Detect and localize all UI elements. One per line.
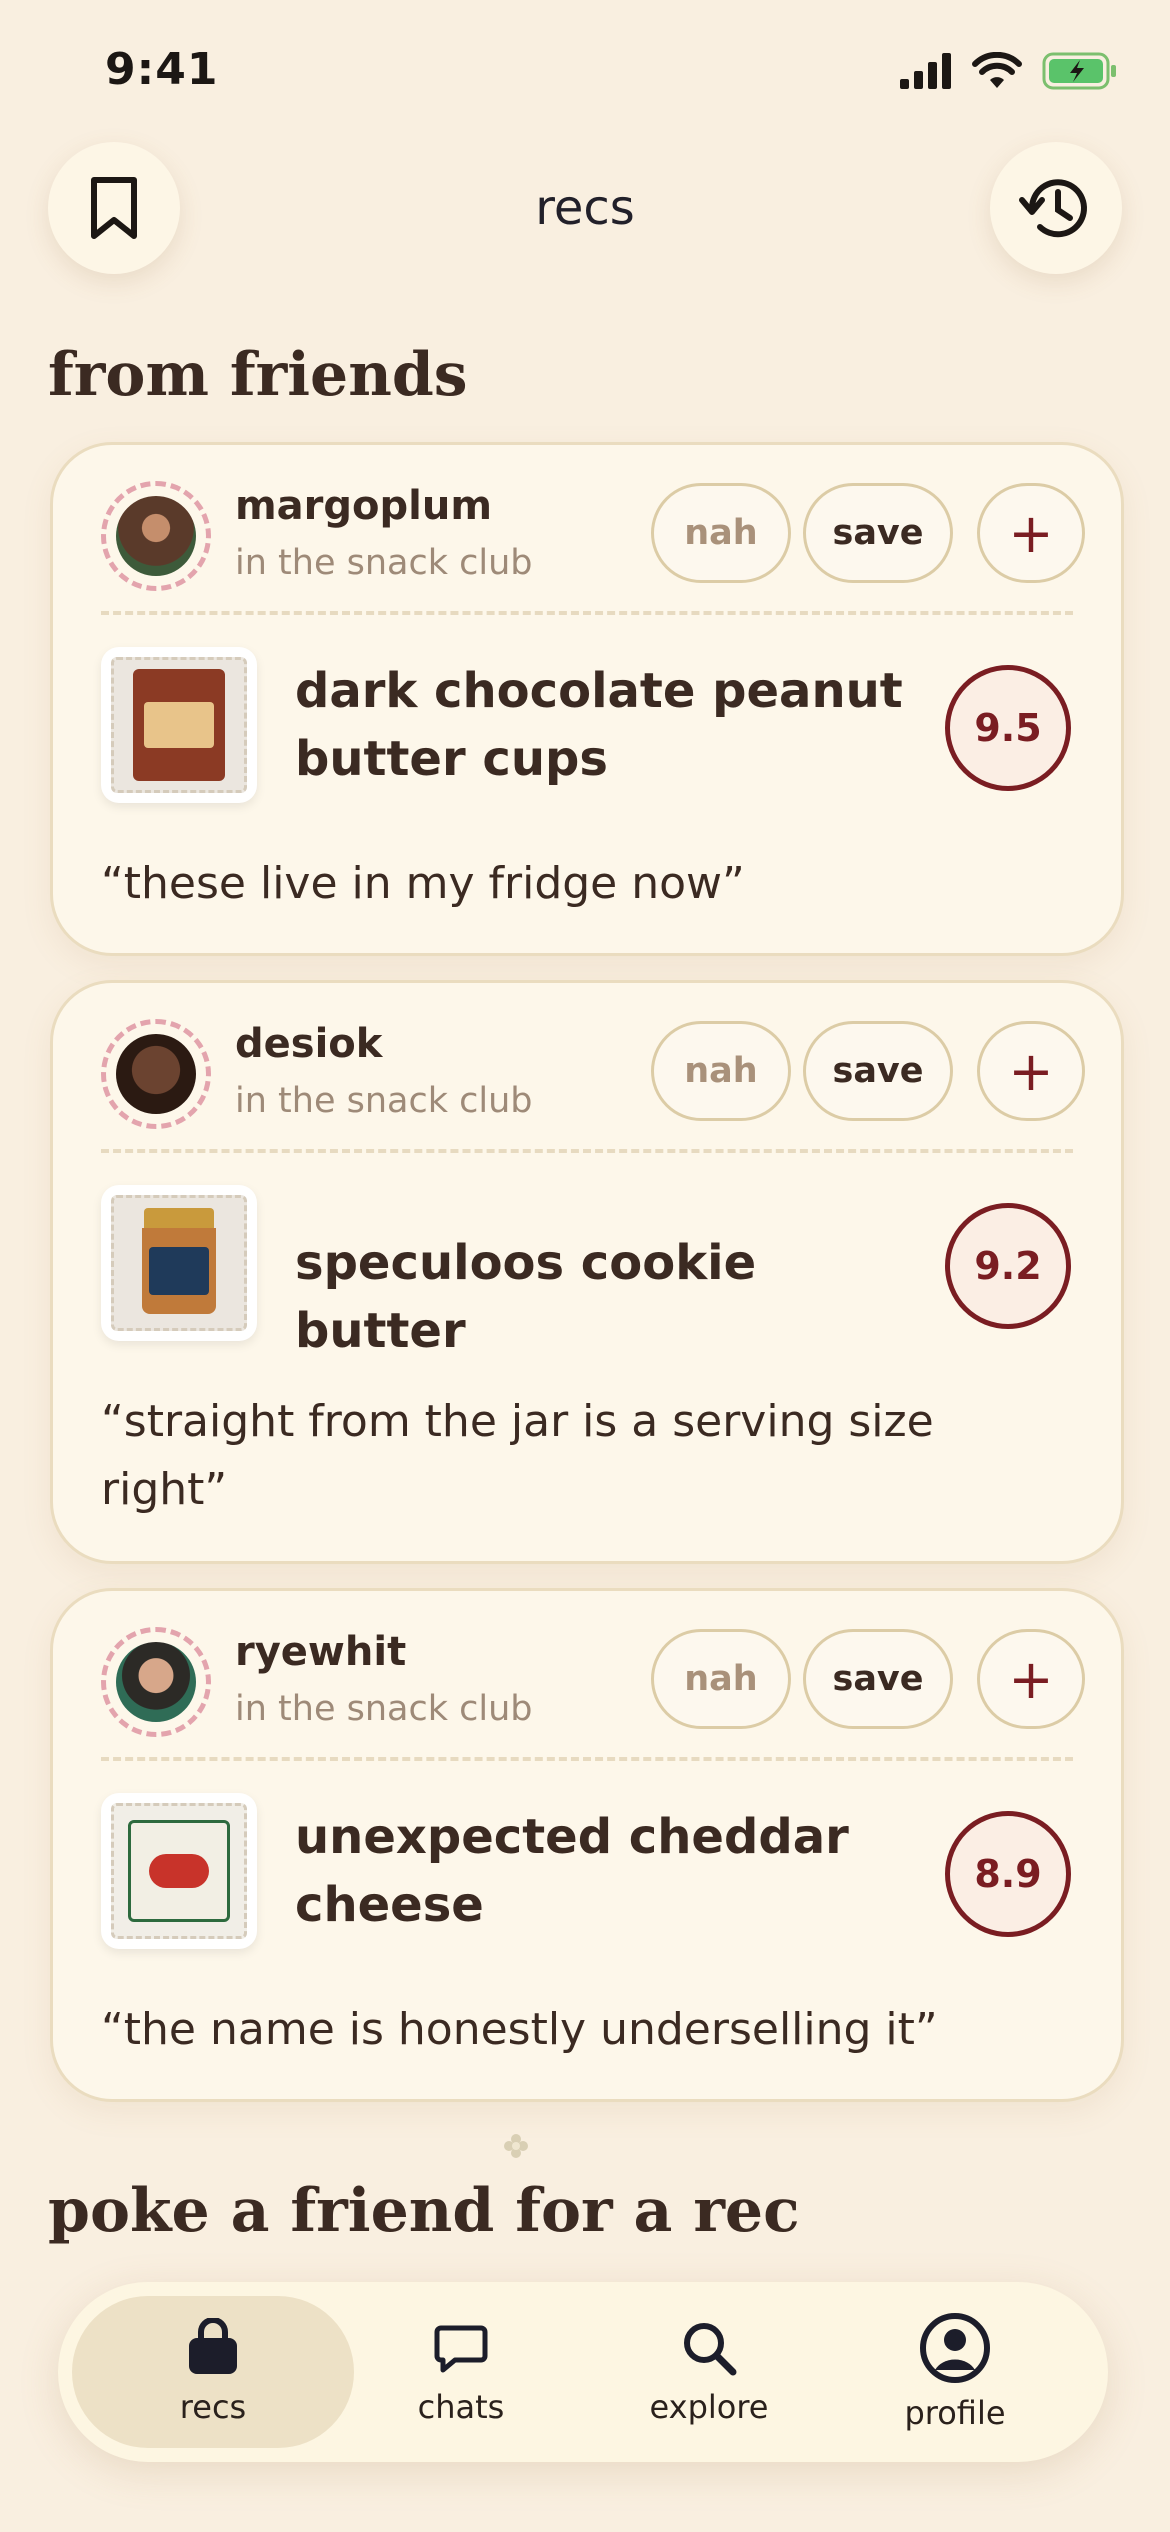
add-button[interactable]: + (977, 483, 1085, 583)
tab-chats[interactable]: chats (320, 2296, 602, 2448)
tab-profile[interactable]: profile (814, 2296, 1096, 2448)
rec-card: ryewhit in the snack club nah save + une… (50, 1588, 1124, 2102)
divider (101, 1757, 1073, 1761)
add-button[interactable]: + (977, 1021, 1085, 1121)
section-title-friends: from friends (48, 340, 468, 410)
person-circle-icon (920, 2313, 990, 2383)
username[interactable]: desiok (235, 1021, 382, 1067)
add-button[interactable]: + (977, 1629, 1085, 1729)
section-title-poke: poke a friend for a rec (48, 2176, 800, 2246)
username[interactable]: margoplum (235, 483, 492, 529)
tab-label: recs (179, 2388, 247, 2426)
avatar[interactable] (101, 481, 211, 591)
tab-label: explore (649, 2388, 769, 2426)
score-badge: 9.5 (945, 665, 1071, 791)
rec-quote: “these live in my fridge now” (101, 858, 745, 909)
flower-doodle-icon (504, 2134, 528, 2158)
nah-button[interactable]: nah (651, 1629, 791, 1729)
divider (101, 611, 1073, 615)
item-name[interactable]: dark chocolate peanut butter cups (295, 657, 935, 793)
item-name[interactable]: unexpected cheddar cheese (295, 1803, 935, 1939)
rec-quote: “the name is honestly underselling it” (101, 2004, 938, 2055)
save-button[interactable]: save (803, 483, 953, 583)
save-button[interactable]: save (803, 1629, 953, 1729)
username[interactable]: ryewhit (235, 1629, 406, 1675)
search-icon (684, 2323, 737, 2376)
club-label: in the snack club (235, 543, 533, 583)
score-badge: 8.9 (945, 1811, 1071, 1937)
signal-icon (900, 53, 951, 89)
tab-recs[interactable]: recs (72, 2296, 354, 2448)
tab-label: profile (904, 2394, 1006, 2432)
divider (101, 1149, 1073, 1153)
club-label: in the snack club (235, 1081, 533, 1121)
nah-button[interactable]: nah (651, 483, 791, 583)
history-button[interactable] (990, 142, 1122, 274)
wifi-icon (972, 52, 1022, 88)
status-time: 9:41 (105, 44, 219, 95)
history-icon (1019, 179, 1087, 238)
chat-bubble-icon (434, 2325, 488, 2373)
nah-button[interactable]: nah (651, 1021, 791, 1121)
save-button[interactable]: save (803, 1021, 953, 1121)
avatar[interactable] (101, 1019, 211, 1129)
tab-explore[interactable]: explore (568, 2296, 850, 2448)
item-name[interactable]: speculoos cookie butter (295, 1229, 935, 1365)
rec-card: margoplum in the snack club nah save + d… (50, 442, 1124, 956)
bag-icon (189, 2318, 237, 2374)
product-thumbnail[interactable] (101, 1185, 257, 1341)
battery-icon (1042, 52, 1116, 90)
club-label: in the snack club (235, 1689, 533, 1729)
tab-label: chats (417, 2388, 505, 2426)
avatar[interactable] (101, 1627, 211, 1737)
rec-quote: “straight from the jar is a serving size… (101, 1396, 934, 1515)
status-icons (900, 52, 1118, 90)
rec-card: desiok in the snack club nah save + spec… (50, 980, 1124, 1564)
tab-bar: recs chats explore profile (58, 2282, 1108, 2462)
score-badge: 9.2 (945, 1203, 1071, 1329)
product-thumbnail[interactable] (101, 647, 257, 803)
product-thumbnail[interactable] (101, 1793, 257, 1949)
